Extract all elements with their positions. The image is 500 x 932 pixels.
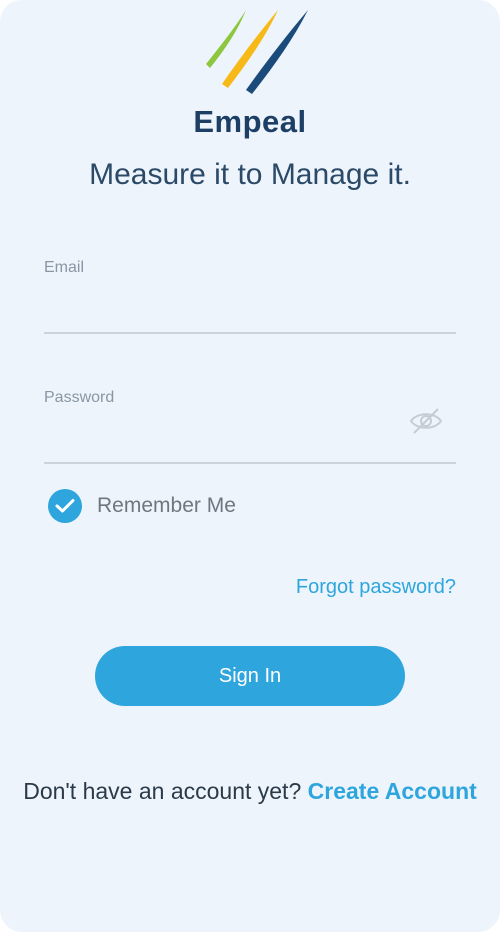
checkbox-checked-icon: [48, 489, 82, 523]
sign-in-button[interactable]: Sign In: [95, 646, 405, 706]
brand-name: Empeal: [193, 104, 307, 139]
eye-off-icon: [409, 408, 443, 434]
create-account-link[interactable]: Create Account: [308, 778, 477, 804]
signup-row: Don't have an account yet? Create Accoun…: [0, 778, 500, 805]
checkmark-icon: [55, 499, 75, 513]
remember-me-label: Remember Me: [97, 494, 236, 517]
signup-prompt: Don't have an account yet?: [23, 778, 302, 804]
remember-me-checkbox[interactable]: Remember Me: [48, 489, 236, 523]
tagline: Measure it to Manage it.: [89, 158, 411, 191]
password-underline: [44, 462, 456, 464]
empeal-logo-icon: [206, 10, 308, 94]
forgot-password-link[interactable]: Forgot password?: [296, 576, 456, 599]
login-screen: Empeal Measure it to Manage it. Email Pa…: [0, 0, 500, 932]
password-label: Password: [44, 389, 115, 406]
email-field[interactable]: [44, 292, 454, 326]
email-label: Email: [44, 259, 85, 276]
password-field[interactable]: [44, 420, 404, 454]
email-underline: [44, 332, 456, 334]
password-visibility-toggle[interactable]: [408, 406, 444, 436]
